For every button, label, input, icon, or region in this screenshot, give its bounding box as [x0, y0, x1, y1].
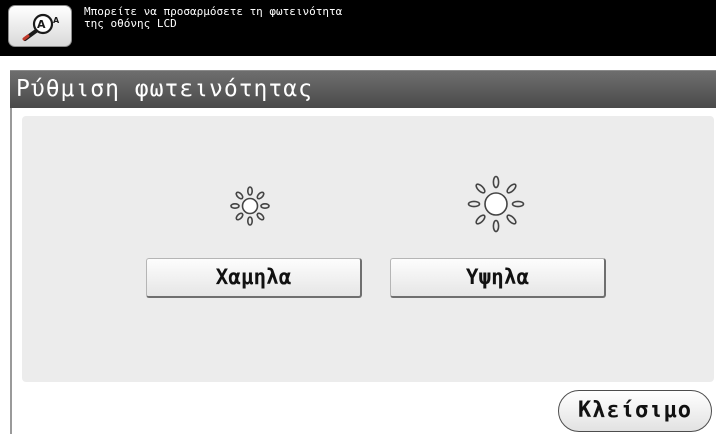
brightness-high-label: Υψηλα [465, 265, 530, 289]
svg-text:A: A [53, 16, 60, 25]
brightness-low-label: Χαμηλα [215, 265, 292, 289]
svg-text:A: A [37, 18, 46, 31]
close-button-label: Κλείσιμο [578, 398, 692, 423]
header-message: Μπορείτε να προσαρμόσετε τη φωτεινότητα … [84, 6, 684, 30]
magnifier-accessibility-icon: A A [22, 13, 60, 41]
screen-title-bar: Ρύθμιση φωτεινότητας [10, 70, 716, 108]
sun-large-icon [467, 175, 525, 233]
close-button[interactable]: Κλείσιμο [558, 390, 712, 432]
brightness-low-button[interactable]: Χαμηλα [146, 258, 362, 298]
screen-title: Ρύθμιση φωτεινότητας [16, 76, 313, 102]
header-bar: A A Μπορείτε να προσαρμόσετε τη φωτεινότ… [0, 0, 716, 56]
accessibility-help-button[interactable]: A A [8, 5, 72, 47]
header-message-line2: της οθόνης LCD [84, 17, 177, 30]
brightness-high-button[interactable]: Υψηλα [390, 258, 606, 298]
sun-small-icon [230, 186, 270, 226]
brightness-panel [22, 116, 714, 382]
